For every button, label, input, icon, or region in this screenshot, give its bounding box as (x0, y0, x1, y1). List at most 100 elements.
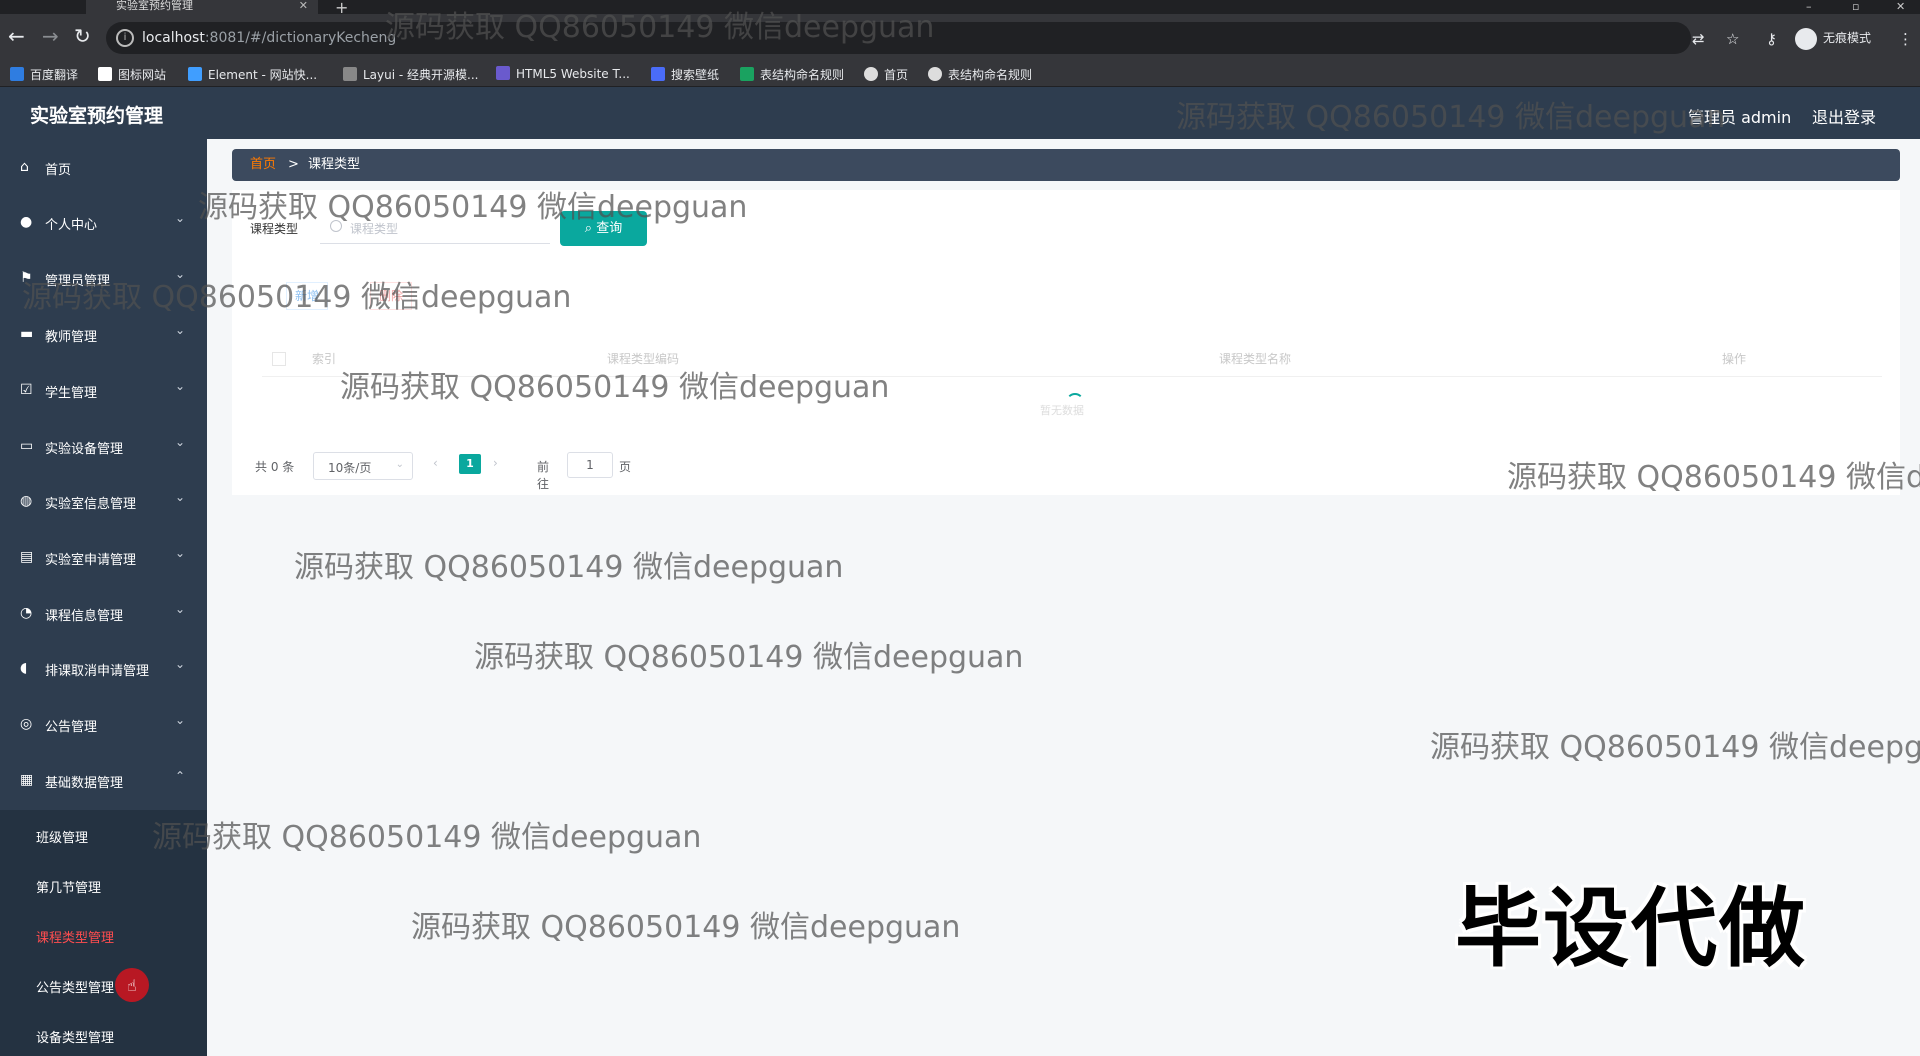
maximize-icon[interactable]: ▫ (1852, 0, 1859, 13)
table-empty-text: 暂无数据 (1040, 404, 1084, 417)
logout-link[interactable]: 退出登录 (1812, 104, 1876, 128)
watermark-text: 源码获取 QQ86050149 微信deepguan (152, 820, 702, 855)
browser-tabbar: 实验室预约管理 ✕ + – ▫ ✕ (0, 0, 1920, 17)
sidebar-item-course[interactable]: ◔ 课程信息管理 ⌄ (0, 593, 207, 633)
chevron-down-icon: ⌄ (175, 379, 186, 393)
next-page-icon[interactable]: › (493, 456, 498, 470)
watermark-text: 源码获取 QQ86050149 微信deepguan (1176, 100, 1726, 135)
bookmark-icon (343, 67, 357, 81)
target-icon: ◎ (20, 716, 33, 732)
pagination-total: 共 0 条 (255, 460, 295, 474)
bookmark-item[interactable]: Layui - 经典开源模... (343, 66, 478, 83)
app-title: 实验室预约管理 (30, 105, 164, 127)
sidebar-item-profile[interactable]: ● 个人中心 ⌄ (0, 202, 207, 242)
sidebar-item-lab-apply[interactable]: ▤ 实验室申请管理 ⌄ (0, 537, 207, 577)
sidebar-item-basic-data[interactable]: ▦ 基础数据管理 ⌃ (0, 760, 207, 800)
globe-icon (864, 67, 878, 81)
incognito-profile[interactable]: 无痕模式 (1795, 24, 1871, 52)
mic-icon: ◖ (20, 660, 28, 676)
breadcrumb-home[interactable]: 首页 (250, 149, 276, 181)
bookmark-item[interactable]: 图标网站 (98, 66, 166, 83)
close-icon[interactable]: ✕ (299, 0, 308, 12)
reload-icon[interactable]: ↻ (74, 24, 91, 48)
select-all-checkbox[interactable] (272, 352, 286, 366)
bookmark-icon (10, 67, 24, 81)
minimize-icon[interactable]: – (1806, 0, 1812, 13)
bookmark-item[interactable]: 搜索壁纸 (651, 66, 719, 83)
goto-unit: 页 (619, 460, 632, 474)
briefcase-icon: ▬ (20, 326, 34, 342)
watermark-text: 源码获取 QQ86050149 微信deepguan (1507, 460, 1920, 495)
monitor-icon: ▭ (20, 438, 34, 454)
sidebar-subitem-notice-type[interactable]: 公告类型管理 (0, 960, 207, 1010)
sidebar-item-teacher[interactable]: ▬ 教师管理 ⌄ (0, 314, 207, 354)
bookmark-item[interactable]: 表结构命名规则 (928, 66, 1032, 83)
globe-icon: ◍ (20, 493, 33, 509)
chevron-down-icon: ⌄ (175, 657, 186, 671)
edit-icon: ☑ (20, 382, 33, 398)
chevron-down-icon: ⌄ (175, 211, 186, 225)
watermark-text: 源码获取 QQ86050149 微信deepguan (1430, 730, 1920, 765)
chevron-down-icon: ⌄ (175, 435, 186, 449)
bookmark-item[interactable]: 百度翻译 (10, 66, 78, 83)
table-column-header: 课程类型名称 (1219, 352, 1292, 366)
sidebar-item-cancel-apply[interactable]: ◖ 排课取消申请管理 ⌄ (0, 648, 207, 688)
bookmark-item[interactable]: HTML5 Website T... (496, 66, 630, 81)
browser-tab[interactable]: 实验室预约管理 ✕ (86, 0, 318, 14)
sidebar-item-equipment[interactable]: ▭ 实验设备管理 ⌄ (0, 426, 207, 466)
bookmark-icon (98, 67, 112, 81)
watermark-text: 源码获取 QQ86050149 微信deepguan (294, 550, 844, 585)
translate-icon[interactable]: ⇄ (1692, 30, 1705, 48)
clipboard-icon: ▤ (20, 549, 34, 565)
bookmark-icon (651, 67, 665, 81)
info-icon[interactable]: i (116, 29, 134, 47)
sidebar-item-home[interactable]: ⌂ 首页 (0, 147, 207, 187)
sidebar-subitem-course-type[interactable]: 课程类型管理 (0, 910, 207, 960)
breadcrumb-separator: > (288, 157, 299, 172)
page-size-select[interactable]: 10条/页 ⌄ (313, 452, 413, 480)
table-column-header: 操作 (1722, 352, 1747, 366)
chevron-up-icon: ⌃ (175, 769, 186, 783)
watermark-text: 源码获取 QQ86050149 微信deepguan (411, 910, 961, 945)
watermark-text: 源码获取 QQ86050149 微信deepguan (340, 370, 890, 405)
goto-page-input[interactable]: 1 (567, 452, 613, 478)
bookmark-item[interactable]: 表结构命名规则 (740, 66, 844, 83)
incognito-icon (1795, 27, 1817, 50)
browser-toolbar: ← → ↻ i localhost:8081/#/dictionaryKeche… (0, 14, 1920, 62)
mouse-cursor-highlight: ☝ (115, 968, 149, 1002)
bookmark-icon (496, 66, 510, 80)
promo-stamp: 毕设代做 (1455, 879, 1807, 979)
watermark-text: 源码获取 QQ86050149 微信deepguan (474, 640, 1024, 675)
sidebar-item-lab-info[interactable]: ◍ 实验室信息管理 ⌄ (0, 481, 207, 521)
bookmark-item[interactable]: 首页 (864, 66, 908, 83)
watermark-text: 源码获取 QQ86050149 微信deepguan (198, 190, 748, 225)
chevron-down-icon: ⌄ (175, 546, 186, 560)
more-vert-icon[interactable]: ⋮ (1898, 30, 1913, 48)
breadcrumb: 首页 > 课程类型 (232, 149, 1900, 181)
dashboard-icon: ◔ (20, 605, 33, 621)
sidebar-item-student[interactable]: ☑ 学生管理 ⌄ (0, 370, 207, 410)
bookmark-item[interactable]: Element - 网站快... (188, 66, 317, 83)
star-icon[interactable]: ☆ (1726, 30, 1739, 48)
sidebar-item-notice[interactable]: ◎ 公告管理 ⌄ (0, 704, 207, 744)
watermark-text: 源码获取 QQ86050149 微信deepguan (22, 280, 572, 315)
prev-page-icon[interactable]: ‹ (433, 456, 438, 470)
table-column-header: 索引 (312, 352, 337, 366)
chevron-down-icon: ⌄ (175, 602, 186, 616)
chevron-down-icon: ⌄ (175, 490, 186, 504)
bookmark-icon (740, 67, 754, 81)
key-icon[interactable]: ⚷ (1766, 30, 1777, 48)
watermark-text: 源码获取 QQ86050149 微信deepguan (385, 10, 935, 45)
page-number-current[interactable]: 1 (459, 454, 481, 474)
sidebar-subitem-section[interactable]: 第几节管理 (0, 860, 207, 910)
back-icon[interactable]: ← (8, 24, 25, 48)
forward-icon[interactable]: → (42, 24, 59, 48)
bookmarks-bar: 百度翻译 图标网站 Element - 网站快... Layui - 经典开源模… (0, 62, 1920, 87)
breadcrumb-current: 课程类型 (308, 157, 361, 172)
bookmark-icon (188, 67, 202, 81)
hand-pointer-icon: ☝ (127, 976, 137, 995)
window-close-icon[interactable]: ✕ (1896, 0, 1905, 13)
chevron-down-icon: ⌄ (395, 459, 404, 470)
url-text: localhost:8081/#/dictionaryKecheng (142, 30, 397, 46)
sidebar-subitem-equipment-type[interactable]: 设备类型管理 (0, 1010, 207, 1056)
